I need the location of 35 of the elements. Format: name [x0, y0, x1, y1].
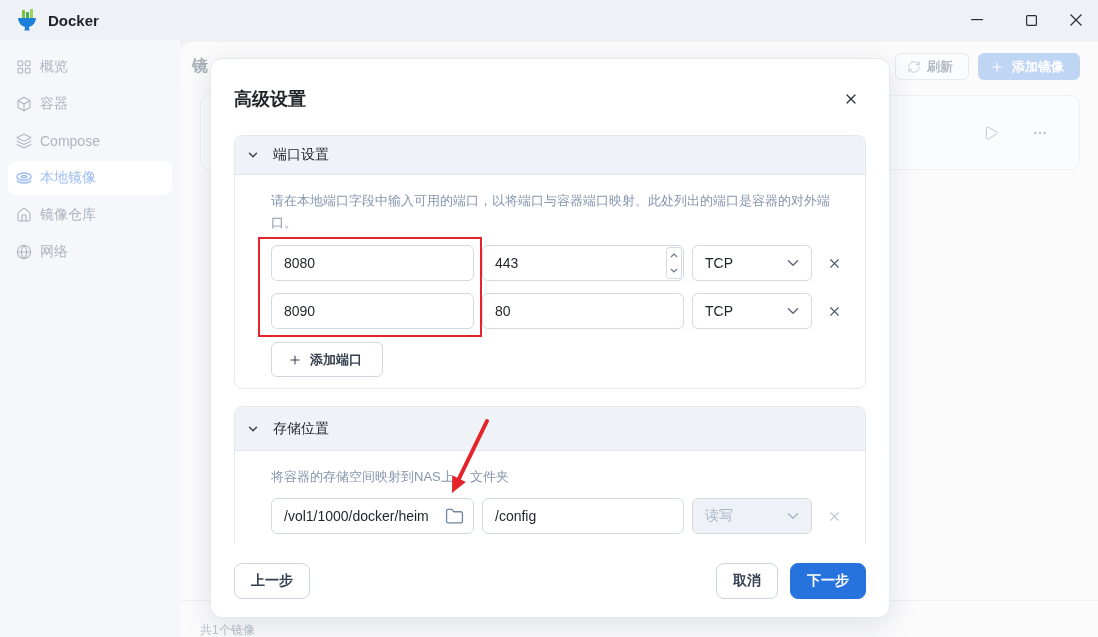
layers-icon	[16, 133, 32, 149]
grid-icon	[16, 59, 32, 75]
close-icon	[1070, 14, 1082, 26]
secondary-button[interactable]: 取消	[716, 562, 778, 599]
section-header[interactable]: 存储位置	[235, 407, 865, 451]
section-description: 将容器的存储空间映射到NAS上	[271, 468, 454, 486]
page-title: 镜	[192, 56, 208, 76]
container-port-field[interactable]: 80	[482, 293, 684, 329]
protocol-select[interactable]: TCP	[692, 245, 812, 281]
secondary-button[interactable]: 上一步	[234, 562, 310, 599]
house-icon	[16, 207, 32, 223]
cube-icon	[16, 96, 32, 112]
add-port-button[interactable]: 添加端口	[271, 342, 383, 377]
play-icon[interactable]	[983, 124, 999, 141]
folder-icon[interactable]	[445, 506, 464, 526]
status-text: 共1个镜像	[200, 623, 255, 637]
primary-button[interactable]: 下一步	[790, 562, 866, 599]
section-description: 请在本地端口字段中输入可用的端口，以将端口与容器端口映射。此处列出的端口是容器的对外端口。	[271, 192, 831, 232]
local-port-field[interactable]: 8080	[271, 245, 474, 281]
section-description: 文件夹	[469, 468, 509, 486]
container-port-field[interactable]: 443	[482, 245, 684, 281]
local-port-field[interactable]: 8090	[271, 293, 474, 329]
refresh-icon	[907, 59, 921, 74]
dialog-title: 高级设置	[234, 87, 306, 111]
maximize-icon	[1025, 14, 1037, 26]
app-logo-icon	[17, 9, 37, 31]
minimize-icon	[971, 19, 983, 21]
section-header[interactable]: 端口设置	[235, 136, 865, 175]
stepper-icon[interactable]	[666, 247, 682, 279]
protocol-select[interactable]: TCP	[692, 293, 812, 329]
app-title: Docker	[48, 11, 99, 29]
disc-icon	[16, 171, 32, 185]
plus-icon	[288, 352, 302, 367]
plus-icon	[990, 59, 1004, 74]
globe-icon	[16, 244, 32, 260]
